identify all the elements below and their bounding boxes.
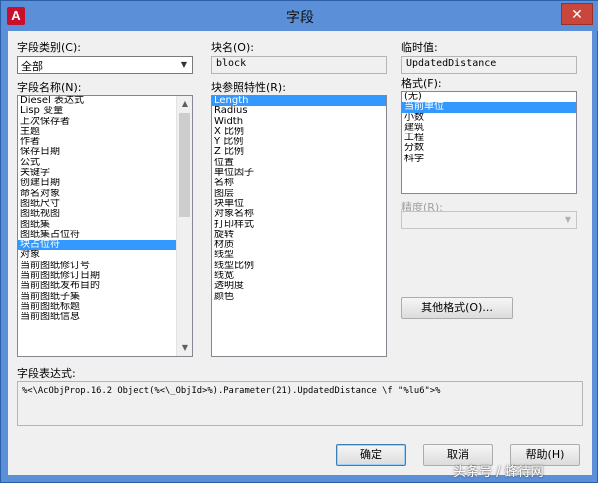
block-ref-prop-item[interactable]: Y 比例: [212, 137, 386, 147]
scroll-down-icon[interactable]: ▼: [177, 340, 192, 356]
block-ref-prop-item[interactable]: 材质: [212, 240, 386, 250]
field-expression-label: 字段表达式:: [17, 367, 76, 380]
scroll-up-icon[interactable]: ▲: [177, 96, 192, 112]
temp-value-text: UpdatedDistance: [406, 58, 497, 69]
dialog-body: 字段类别(C): 全部 ▼ 字段名称(N): Diesel 表达式 Lisp 变量…: [8, 31, 592, 475]
block-ref-prop-item[interactable]: 线型: [212, 250, 386, 260]
field-name-item[interactable]: Lisp 变量: [18, 106, 192, 116]
field-name-item[interactable]: 作者: [18, 137, 192, 147]
block-ref-prop-item[interactable]: 块单位: [212, 199, 386, 209]
scroll-thumb[interactable]: [179, 113, 190, 217]
format-label: 格式(F):: [401, 77, 442, 90]
block-ref-prop-item[interactable]: Width: [212, 117, 386, 127]
field-names-list[interactable]: Diesel 表达式 Lisp 变量 上次保存者 主题 作者 保存日期 公式 关键字 创建日期命…: [17, 95, 193, 357]
temp-value-field: UpdatedDistance: [401, 56, 577, 74]
field-name-item[interactable]: 创建日期: [18, 178, 192, 188]
title-bar[interactable]: A 字段 ✕: [1, 1, 598, 31]
field-name-item[interactable]: 对象: [18, 250, 192, 260]
field-name-item[interactable]: 块占位符: [18, 240, 192, 251]
field-expression-text: %<\AcObjProp.16.2 Object(%<\_ObjId>%).Pa…: [22, 386, 441, 396]
block-ref-prop-item[interactable]: 透明度: [212, 281, 386, 291]
field-name-item[interactable]: 当前图纸标题: [18, 302, 192, 312]
block-ref-prop-item[interactable]: 打印样式: [212, 220, 386, 230]
field-expression-box[interactable]: %<\AcObjProp.16.2 Object(%<\_ObjId>%).Pa…: [17, 381, 583, 426]
block-name-label: 块名(O):: [211, 41, 254, 54]
field-name-item[interactable]: 当前图纸修订日期: [18, 271, 192, 281]
field-name-item[interactable]: 图纸视图: [18, 209, 192, 219]
format-item[interactable]: 当前单位: [402, 102, 576, 113]
field-name-item[interactable]: 当前图纸修订号: [18, 261, 192, 271]
block-name-value: block: [216, 58, 247, 69]
block-ref-prop-item[interactable]: 名称: [212, 178, 386, 188]
block-ref-prop-item[interactable]: 图层: [212, 189, 386, 199]
block-ref-prop-item[interactable]: Radius: [212, 106, 386, 116]
other-format-button[interactable]: 其他格式(O)...: [401, 297, 513, 319]
field-names-label: 字段名称(N):: [17, 81, 82, 94]
block-ref-prop-item[interactable]: 对象名称: [212, 209, 386, 219]
field-name-item[interactable]: 图纸集占位符: [18, 230, 192, 240]
temp-value-label: 临时值:: [401, 41, 438, 54]
block-ref-prop-item[interactable]: 单位因子: [212, 168, 386, 178]
field-name-item[interactable]: 当前图纸子集: [18, 292, 192, 302]
block-ref-prop-item[interactable]: 旋转: [212, 230, 386, 240]
field-name-item[interactable]: 关键字: [18, 168, 192, 178]
field-name-item[interactable]: 命名对象: [18, 189, 192, 199]
block-ref-props-items: Length Radius Width X 比例 Y 比例 Z 比例 位置 单位因子 名称 图层块…: [212, 96, 386, 302]
format-item[interactable]: 建筑: [402, 123, 576, 133]
dialog-title: 字段: [286, 10, 314, 26]
block-ref-prop-item[interactable]: 线型比例: [212, 261, 386, 271]
format-item[interactable]: 工程: [402, 133, 576, 143]
field-name-item[interactable]: 主题: [18, 127, 192, 137]
field-names-items: Diesel 表达式 Lisp 变量 上次保存者 主题 作者 保存日期 公式 关键字 创建日期命…: [18, 96, 192, 323]
block-ref-prop-item[interactable]: Z 比例: [212, 147, 386, 157]
block-ref-props-list[interactable]: Length Radius Width X 比例 Y 比例 Z 比例 位置 单位因子 名称 图层块…: [211, 95, 387, 357]
field-name-item[interactable]: 图纸集: [18, 220, 192, 230]
field-category-dropdown[interactable]: 全部 ▼: [17, 56, 193, 74]
field-name-item[interactable]: 当前图纸发布目的: [18, 281, 192, 291]
chevron-down-icon: ▼: [180, 60, 188, 69]
field-name-item[interactable]: 公式: [18, 158, 192, 168]
block-name-field[interactable]: block: [211, 56, 387, 74]
chevron-down-icon: ▼: [564, 215, 572, 224]
block-ref-prop-item[interactable]: X 比例: [212, 127, 386, 137]
ok-button[interactable]: 确定: [336, 444, 406, 466]
field-name-item[interactable]: Diesel 表达式: [18, 96, 192, 106]
field-category-label: 字段类别(C):: [17, 41, 81, 54]
field-name-item[interactable]: 当前图纸信息: [18, 312, 192, 322]
format-item[interactable]: (无): [402, 92, 576, 102]
block-ref-prop-item[interactable]: 位置: [212, 158, 386, 168]
block-ref-prop-item[interactable]: 线宽: [212, 271, 386, 281]
format-list[interactable]: (无) 当前单位 小数 建筑 工程 分数 科学: [401, 91, 577, 194]
block-ref-prop-item[interactable]: 颜色: [212, 292, 386, 302]
format-item[interactable]: 科学: [402, 154, 576, 164]
format-items: (无) 当前单位 小数 建筑 工程 分数 科学: [402, 92, 576, 164]
field-dialog: A 字段 ✕ 字段类别(C): 全部 ▼ 字段名称(N): Diesel 表达式…: [0, 0, 598, 483]
field-name-item[interactable]: 上次保存者: [18, 117, 192, 127]
format-item[interactable]: 小数: [402, 113, 576, 123]
field-category-value: 全部: [21, 60, 43, 73]
format-item[interactable]: 分数: [402, 143, 576, 153]
field-name-item[interactable]: 保存日期: [18, 147, 192, 157]
block-ref-prop-item[interactable]: Length: [212, 96, 386, 107]
close-button[interactable]: ✕: [561, 3, 593, 25]
precision-dropdown[interactable]: ▼: [401, 211, 577, 229]
field-name-item[interactable]: 图纸尺寸: [18, 199, 192, 209]
watermark-text: 头条号 / 蜂待网: [453, 465, 544, 480]
block-ref-props-label: 块参照特性(R):: [211, 81, 286, 94]
field-names-scrollbar[interactable]: ▲ ▼: [176, 96, 192, 356]
